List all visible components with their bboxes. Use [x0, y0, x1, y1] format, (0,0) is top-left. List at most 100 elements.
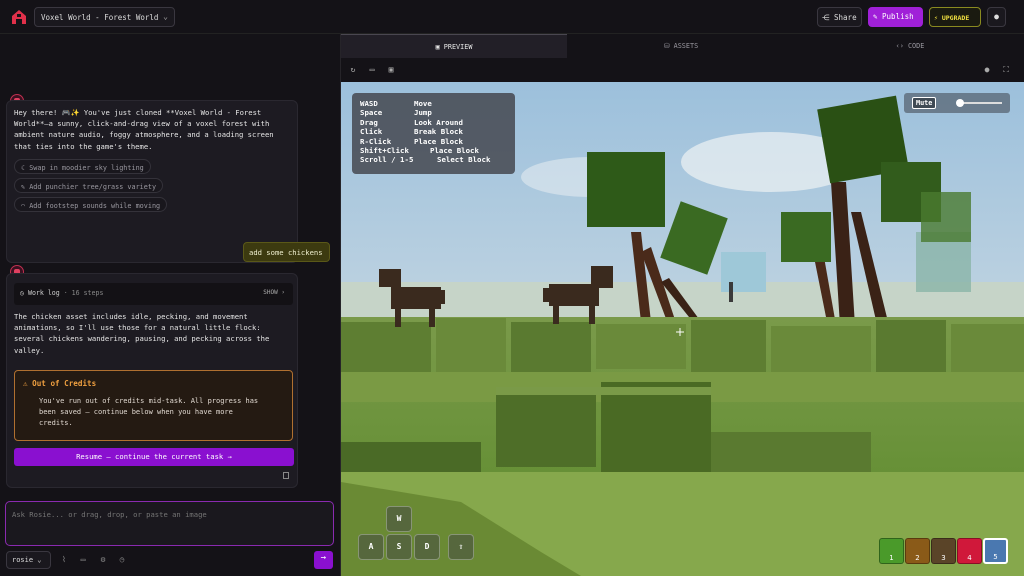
resume-label: Resume — continue the current task [76, 452, 224, 461]
hotbar-slot-2[interactable]: 2 [905, 538, 930, 564]
publish-button[interactable]: ✎ Publish [868, 7, 923, 27]
credits-line: been saved — continue below when you hav… [39, 408, 233, 417]
suggestion-label: Add punchier tree/grass variety [29, 182, 157, 191]
tab-bar: ▣ PREVIEW ⛁ ASSETS ‹› CODE [341, 34, 1024, 58]
hotbar-slot-4[interactable]: 4 [957, 538, 982, 564]
suggestion-chip[interactable]: ✎ Add punchier tree/grass variety [14, 177, 164, 193]
fullscreen-icon[interactable]: ⛶ [1001, 65, 1011, 75]
settings-icon[interactable]: ⚙ [98, 555, 108, 565]
model-name: rosie [12, 556, 34, 564]
key-d-button[interactable]: D [414, 534, 440, 560]
work-log-steps: 16 steps [71, 289, 104, 297]
project-select[interactable]: Voxel World - Forest World ⌄ [34, 7, 175, 27]
work-log-label: Work log [27, 289, 60, 297]
mute-button[interactable]: Mute [912, 97, 937, 109]
assistant-message-reply: ◷ Work log · 16 steps SHOW › The chicken… [6, 273, 298, 488]
account-button[interactable]: ● [987, 7, 1006, 27]
project-name: Voxel World - Forest World [41, 13, 159, 22]
upgrade-button[interactable]: ⚡ UPGRADE [929, 7, 981, 27]
hotbar-slot-1[interactable]: 1 [879, 538, 904, 564]
share-button[interactable]: ⋲ Share [817, 7, 862, 27]
image-icon[interactable]: ▭ [78, 555, 88, 565]
tab-label: CODE [907, 42, 925, 50]
volume-slider-handle[interactable] [956, 99, 964, 107]
tab-preview[interactable]: ▣ PREVIEW [341, 34, 567, 58]
reply-line: The chicken asset includes idle, pecking… [14, 312, 248, 321]
tab-assets[interactable]: ⛁ ASSETS [567, 34, 795, 58]
reply-text: The chicken asset includes idle, pecking… [14, 311, 294, 356]
tab-label: PREVIEW [443, 43, 473, 51]
key-s-button[interactable]: S [386, 534, 412, 560]
help-row: R-Click Place Block [360, 136, 463, 146]
reply-line: animations, so I'll use those for a natu… [14, 323, 261, 333]
user-message: add some chickens [243, 242, 330, 262]
record-icon[interactable]: ● [982, 65, 992, 75]
intro-line: ambient nature audio, foggy atmosphere, … [14, 130, 274, 140]
help-row: Scroll / 1-5 Select Block [360, 155, 491, 165]
help-row: Shift+Click Place Block [360, 146, 479, 156]
chat-input[interactable] [5, 501, 334, 546]
send-icon: → [320, 553, 327, 563]
slot-number: 1 [889, 554, 894, 562]
code-tab-icon: ‹› [895, 42, 904, 50]
intro-line: World**—a sunny, click-and-drag view of … [14, 119, 270, 129]
assets-tab-icon: ⛁ [663, 42, 670, 50]
hotbar-slot-5[interactable]: 5 [983, 538, 1008, 564]
reply-line: valley. [14, 345, 45, 355]
slot-number: 3 [941, 554, 946, 562]
distant-figure [729, 282, 733, 302]
chevron-down-icon: ⌄ [37, 556, 42, 564]
model-select[interactable]: rosie ⌄ [6, 551, 51, 569]
game-viewport[interactable]: WASD Move Space Jump Drag Look Around Click… [341, 82, 1024, 576]
suggestion-label: Add footstep sounds while moving [29, 201, 161, 210]
help-row: WASD Move [360, 99, 432, 108]
key-a-button[interactable]: A [358, 534, 384, 560]
work-log-show[interactable]: SHOW [263, 289, 277, 296]
suggestion-chip[interactable]: ☾ Swap in moodier sky lighting [14, 158, 151, 174]
publish-label: Publish [882, 12, 914, 21]
clock-icon: ◷ [20, 289, 24, 297]
resume-button[interactable]: Resume — continue the current task → [14, 448, 294, 466]
volume-control: Mute [904, 93, 1010, 113]
preview-tab-icon: ▣ [435, 43, 440, 51]
top-bar: Voxel World - Forest World ⌄ ⋲ Share ✎ P… [0, 0, 1024, 34]
chevron-down-icon: ⌄ [163, 12, 168, 21]
jump-button[interactable]: ⇧ [448, 534, 474, 560]
out-of-credits-alert: ⚠ Out of Credits You've run out of credi… [14, 370, 293, 441]
assistant-message-intro: Hey there! 🎮✨ You've just cloned **Voxel… [6, 100, 298, 263]
send-button[interactable]: → [314, 551, 333, 569]
history-icon[interactable]: ◷ [117, 555, 127, 565]
work-log[interactable]: ◷ Work log · 16 steps SHOW › [14, 283, 293, 305]
arrow-right-icon: → [227, 452, 232, 461]
hotbar-slot-3[interactable]: 3 [931, 538, 956, 564]
frame-icon[interactable]: ▣ [386, 65, 396, 75]
key-w-button[interactable]: W [386, 506, 412, 532]
suggestion-label: Swap in moodier sky lighting [29, 163, 144, 172]
share-icon: ⋲ [822, 13, 830, 22]
chat-panel: Hey there! 🎮✨ You've just cloned **Voxel… [0, 34, 340, 576]
logo-icon[interactable] [10, 8, 28, 26]
refresh-icon[interactable]: ↻ [348, 65, 358, 75]
copy-icon[interactable] [283, 472, 289, 479]
slot-number: 2 [915, 554, 920, 562]
slot-number: 4 [967, 554, 972, 562]
credits-line: credits. [39, 419, 73, 428]
controls-help: WASD Move Space Jump Drag Look Around Click… [352, 93, 515, 174]
credits-line: You've run out of credits mid-task. All … [39, 397, 259, 405]
publish-icon: ✎ [873, 12, 878, 21]
desktop-icon[interactable]: ▭ [367, 65, 377, 75]
tab-code[interactable]: ‹› CODE [795, 34, 1024, 58]
suggestion-chip[interactable]: ◠ Add footstep sounds while moving [14, 196, 168, 212]
preview-panel: ▣ PREVIEW ⛁ ASSETS ‹› CODE ↻ ▭ ▣ ● ⛶ WAS… [340, 34, 1024, 576]
intro-line: that ties into the game's theme. [14, 141, 153, 151]
help-row: Drag Look Around [360, 117, 463, 127]
tab-label: ASSETS [673, 42, 699, 50]
volume-slider[interactable] [959, 102, 1002, 104]
account-icon: ● [994, 12, 999, 21]
share-label: Share [834, 13, 857, 22]
credits-title: Out of Credits [32, 379, 97, 388]
help-row: Space Jump [360, 108, 432, 118]
jump-arrow-icon: ⇧ [458, 542, 464, 551]
reply-line: several chickens wandering, pausing, and… [14, 334, 270, 344]
attach-icon[interactable]: ⌇ [59, 555, 69, 565]
